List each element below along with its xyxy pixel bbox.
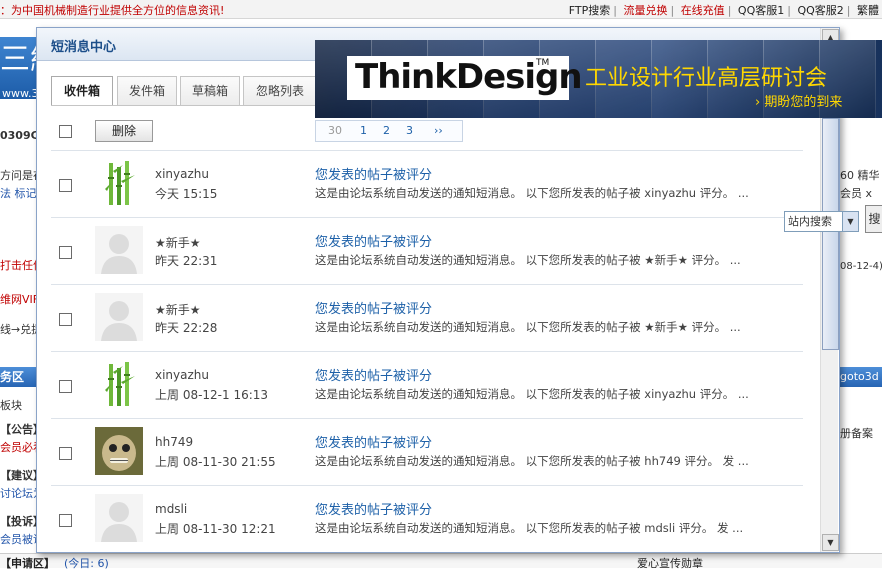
trademark-mark: TM bbox=[536, 58, 550, 68]
bg-fragment: 爱心宣传勋章 bbox=[637, 557, 703, 570]
message-row[interactable]: ★新手★ 昨天 22:28 您发表的帖子被评分 这是由论坛系统自动发送的通知短消… bbox=[51, 284, 803, 351]
message-preview: 这是由论坛系统自动发送的通知短消息。 以下您所发表的帖子被 hh749 评分。 … bbox=[315, 454, 749, 468]
message-checkbox[interactable] bbox=[59, 514, 72, 527]
bamboo-avatar-icon bbox=[95, 360, 143, 408]
message-subject-link[interactable]: 您发表的帖子被评分 bbox=[315, 164, 432, 183]
message-row[interactable]: xinyazhu 上周 08-12-1 16:13 您发表的帖子被评分 这是由论… bbox=[51, 351, 803, 418]
pager-page-2[interactable]: 2 bbox=[383, 124, 390, 137]
message-subject-link[interactable]: 您发表的帖子被评分 bbox=[315, 231, 432, 250]
message-time: 上周 08-12-1 16:13 bbox=[155, 388, 269, 402]
background-bottom-row: 【申请区】 (今日: 6) 爱心宣传勋章 bbox=[0, 553, 882, 570]
site-search-select[interactable]: 站内搜索 ▼ bbox=[784, 211, 859, 232]
message-time: 上周 08-11-30 21:55 bbox=[155, 455, 276, 469]
message-sender[interactable]: ★新手★ bbox=[155, 234, 201, 251]
message-checkbox[interactable] bbox=[59, 380, 72, 393]
bg-section-header: goto3d bbox=[840, 367, 882, 387]
message-sender[interactable]: mdsli bbox=[155, 502, 187, 516]
pager-page-1[interactable]: 1 bbox=[360, 124, 367, 137]
bg-fragment: 维网VIF bbox=[0, 293, 40, 306]
default-avatar-icon bbox=[95, 494, 143, 542]
scroll-thumb[interactable] bbox=[822, 118, 839, 350]
message-time: 昨天 22:31 bbox=[155, 254, 218, 268]
traditional-chinese-link[interactable]: 繁體 bbox=[854, 4, 882, 17]
site-search-button[interactable]: 搜 bbox=[865, 205, 882, 233]
bg-fragment: 会员 x bbox=[840, 187, 873, 200]
message-checkbox[interactable] bbox=[59, 447, 72, 460]
bg-fragment: 册备案 bbox=[840, 427, 873, 440]
message-preview: 这是由论坛系统自动发送的通知短消息。 以下您所发表的帖子被 xinyazhu 评… bbox=[315, 387, 749, 401]
pagination: 30 1 2 3 ›› bbox=[315, 120, 463, 142]
message-subject-link[interactable]: 您发表的帖子被评分 bbox=[315, 365, 432, 384]
tab-drafts[interactable]: 草稿箱 bbox=[180, 76, 240, 105]
message-row[interactable]: mdsli 上周 08-11-30 12:21 您发表的帖子被评分 这是由论坛系… bbox=[51, 485, 803, 552]
banner-subline: › 期盼您的到来 bbox=[755, 95, 843, 110]
bg-fragment: 60 精华 bbox=[840, 169, 880, 182]
message-sender[interactable]: xinyazhu bbox=[155, 167, 209, 181]
bg-fragment: 板块 bbox=[0, 399, 22, 412]
qq-service-2-link[interactable]: QQ客服2 bbox=[794, 4, 846, 17]
tab-inbox[interactable]: 收件箱 bbox=[51, 76, 113, 106]
select-all-checkbox[interactable] bbox=[59, 125, 72, 138]
bg-fragment: (今日: 6) bbox=[64, 557, 109, 570]
banner-headline: 工业设计行业高层研讨会 bbox=[585, 66, 828, 91]
message-checkbox[interactable] bbox=[59, 313, 72, 326]
site-search-selected: 站内搜索 bbox=[788, 215, 832, 228]
tab-ignore-list[interactable]: 忽略列表 bbox=[243, 76, 317, 105]
avatar bbox=[95, 159, 143, 207]
message-sender[interactable]: xinyazhu bbox=[155, 368, 209, 382]
message-subject-link[interactable]: 您发表的帖子被评分 bbox=[315, 432, 432, 451]
message-time: 上周 08-11-30 12:21 bbox=[155, 522, 276, 536]
ftp-search-link[interactable]: FTP搜索 bbox=[566, 4, 614, 17]
bg-fragment: 法 标记 bbox=[0, 187, 37, 200]
bg-fragment: 08-12-4) bbox=[840, 261, 882, 272]
avatar bbox=[95, 360, 143, 408]
bamboo-avatar-icon bbox=[95, 159, 143, 207]
message-subject-link[interactable]: 您发表的帖子被评分 bbox=[315, 499, 432, 518]
message-subject-link[interactable]: 您发表的帖子被评分 bbox=[315, 298, 432, 317]
avatar bbox=[95, 494, 143, 542]
mailbox-tabs: 收件箱 发件箱 草稿箱 忽略列表 bbox=[51, 76, 351, 106]
message-sender[interactable]: ★新手★ bbox=[155, 301, 201, 318]
default-avatar-icon bbox=[95, 226, 143, 274]
tab-outbox[interactable]: 发件箱 bbox=[117, 76, 177, 105]
message-preview: 这是由论坛系统自动发送的通知短消息。 以下您所发表的帖子被 mdsli 评分。 … bbox=[315, 521, 744, 535]
message-toolbar: 删除 30 1 2 3 ›› bbox=[51, 115, 803, 143]
online-recharge-link[interactable]: 在线充值 bbox=[678, 4, 728, 17]
message-preview: 这是由论坛系统自动发送的通知短消息。 以下您所发表的帖子被 ★新手★ 评分。 .… bbox=[315, 253, 741, 267]
default-avatar-icon bbox=[95, 293, 143, 341]
qq-service-1-link[interactable]: QQ客服1 bbox=[735, 4, 787, 17]
avatar bbox=[95, 427, 143, 475]
pager-next[interactable]: ›› bbox=[434, 124, 443, 137]
message-center-title: 短消息中心 bbox=[51, 40, 117, 55]
thinkdesign-ad-banner[interactable]: ThinkDesign TM 工业设计行业高层研讨会 › 期盼您的到来 bbox=[315, 40, 882, 118]
message-row[interactable]: ★新手★ 昨天 22:31 您发表的帖子被评分 这是由论坛系统自动发送的通知短消… bbox=[51, 217, 803, 284]
message-checkbox[interactable] bbox=[59, 246, 72, 259]
message-checkbox[interactable] bbox=[59, 179, 72, 192]
message-preview: 这是由论坛系统自动发送的通知短消息。 以下您所发表的帖子被 ★新手★ 评分。 .… bbox=[315, 320, 741, 334]
message-row[interactable]: xinyazhu 今天 15:15 您发表的帖子被评分 这是由论坛系统自动发送的… bbox=[51, 150, 803, 217]
site-slogan: ：为中国机械制造行业提供全方位的信息资讯! bbox=[0, 4, 225, 17]
message-time: 昨天 22:28 bbox=[155, 321, 218, 335]
traffic-exchange-link[interactable]: 流量兑换 bbox=[620, 4, 670, 17]
avatar bbox=[95, 293, 143, 341]
message-sender[interactable]: hh749 bbox=[155, 435, 193, 449]
delete-button[interactable]: 删除 bbox=[95, 120, 153, 142]
message-preview: 这是由论坛系统自动发送的通知短消息。 以下您所发表的帖子被 xinyazhu 评… bbox=[315, 186, 749, 200]
top-links: FTP搜索 | 流量兑换 | 在线充值 | QQ客服1 | QQ客服2 | 繁體 bbox=[566, 2, 882, 18]
pager-page-3[interactable]: 3 bbox=[406, 124, 413, 137]
site-top-bar: ：为中国机械制造行业提供全方位的信息资讯! FTP搜索 | 流量兑换 | 在线充值 |… bbox=[0, 0, 882, 19]
message-time: 今天 15:15 bbox=[155, 187, 218, 201]
bg-fragment: 0309C bbox=[0, 129, 39, 142]
bg-fragment: 【申请区】 bbox=[0, 557, 55, 570]
photo-avatar-icon bbox=[95, 427, 143, 475]
message-row[interactable]: hh749 上周 08-11-30 21:55 您发表的帖子被评分 这是由论坛系… bbox=[51, 418, 803, 485]
scroll-down-icon[interactable]: ▼ bbox=[822, 534, 839, 551]
avatar bbox=[95, 226, 143, 274]
pager-current: 30 bbox=[328, 124, 342, 137]
chevron-down-icon[interactable]: ▼ bbox=[842, 212, 858, 231]
